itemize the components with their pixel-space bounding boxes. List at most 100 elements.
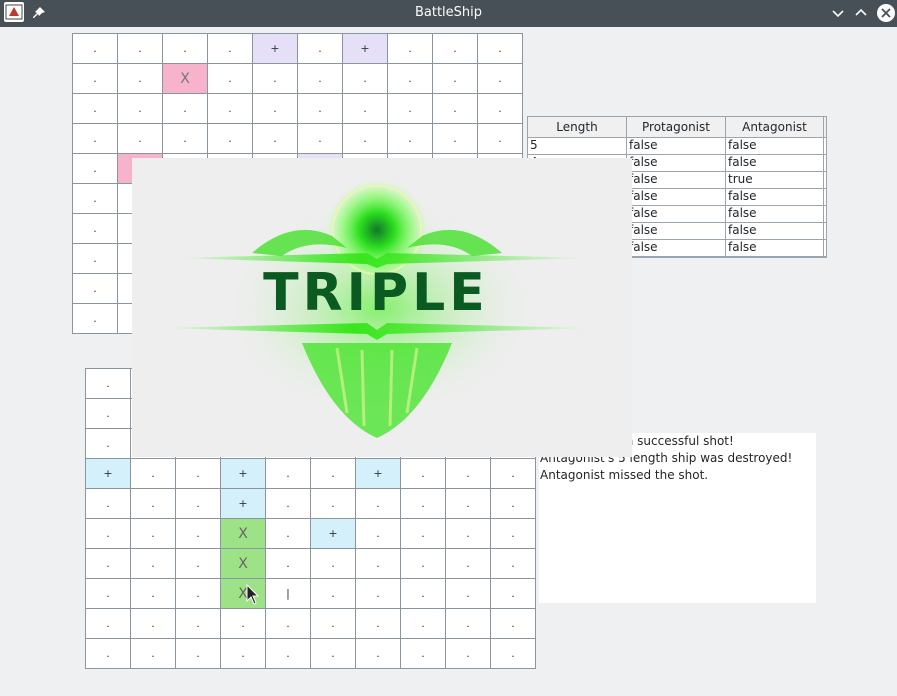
player-grid-cell[interactable]: X [221, 519, 266, 549]
player-grid-cell[interactable]: . [356, 579, 401, 609]
player-grid-cell[interactable]: . [491, 579, 536, 609]
column-header-protagonist[interactable]: Protagonist [627, 117, 726, 137]
player-grid-cell[interactable]: . [131, 609, 176, 639]
player-grid-cell[interactable]: . [311, 459, 356, 489]
player-grid-cell[interactable]: + [311, 519, 356, 549]
player-grid-cell[interactable]: . [176, 639, 221, 669]
enemy-grid-cell[interactable]: . [388, 124, 433, 154]
player-grid-cell[interactable]: . [311, 609, 356, 639]
player-grid-cell[interactable]: . [266, 489, 311, 519]
enemy-grid-cell[interactable]: . [478, 64, 523, 94]
player-grid-cell[interactable]: + [356, 459, 401, 489]
player-grid-cell[interactable]: . [446, 489, 491, 519]
enemy-grid-cell[interactable]: + [253, 34, 298, 64]
enemy-grid-cell[interactable]: . [298, 124, 343, 154]
enemy-grid-cell[interactable]: . [118, 124, 163, 154]
player-grid-cell[interactable]: . [446, 459, 491, 489]
enemy-grid-cell[interactable]: . [253, 64, 298, 94]
enemy-grid-cell[interactable]: . [73, 154, 118, 184]
player-grid-cell[interactable]: . [356, 609, 401, 639]
player-grid-cell[interactable]: . [86, 399, 131, 429]
player-grid-cell[interactable]: . [86, 489, 131, 519]
player-grid-cell[interactable]: X [221, 549, 266, 579]
player-grid-cell[interactable]: . [311, 639, 356, 669]
player-grid-cell[interactable]: . [86, 549, 131, 579]
player-grid-cell[interactable]: . [446, 519, 491, 549]
player-grid-cell[interactable]: . [86, 639, 131, 669]
player-grid-cell[interactable]: . [131, 639, 176, 669]
player-grid-cell[interactable]: . [401, 609, 446, 639]
enemy-grid-cell[interactable]: . [433, 64, 478, 94]
enemy-grid-cell[interactable]: . [433, 94, 478, 124]
enemy-grid-cell[interactable]: . [73, 304, 118, 334]
enemy-grid-cell[interactable]: . [253, 94, 298, 124]
close-button[interactable] [876, 3, 896, 23]
minimize-button[interactable] [829, 4, 847, 22]
enemy-grid-cell[interactable]: . [298, 34, 343, 64]
enemy-grid-cell[interactable]: . [208, 94, 253, 124]
player-grid-cell[interactable]: . [131, 579, 176, 609]
player-grid-cell[interactable]: . [401, 459, 446, 489]
enemy-grid-cell[interactable]: . [388, 94, 433, 124]
player-grid-cell[interactable]: . [131, 519, 176, 549]
player-grid-cell[interactable]: . [446, 639, 491, 669]
enemy-grid-cell[interactable]: + [343, 34, 388, 64]
player-grid-cell[interactable]: . [176, 519, 221, 549]
player-grid-cell[interactable]: . [176, 549, 221, 579]
player-grid-cell[interactable]: . [446, 609, 491, 639]
player-grid-cell[interactable]: . [401, 489, 446, 519]
enemy-grid-cell[interactable]: . [208, 34, 253, 64]
player-grid-cell[interactable]: . [86, 369, 131, 399]
player-grid-cell[interactable]: . [131, 489, 176, 519]
player-grid-cell[interactable]: . [86, 519, 131, 549]
player-grid-cell[interactable]: . [266, 519, 311, 549]
player-grid-cell[interactable]: . [446, 579, 491, 609]
player-grid-cell[interactable]: . [86, 429, 131, 459]
player-grid-cell[interactable]: + [221, 459, 266, 489]
player-grid-cell[interactable]: + [221, 489, 266, 519]
player-grid-cell[interactable]: . [401, 549, 446, 579]
player-grid-cell[interactable]: . [176, 459, 221, 489]
player-grid-cell[interactable]: . [311, 579, 356, 609]
player-grid-cell[interactable]: + [86, 459, 131, 489]
enemy-grid-cell[interactable]: . [478, 94, 523, 124]
player-grid-cell[interactable]: . [356, 549, 401, 579]
player-grid-cell[interactable]: . [356, 489, 401, 519]
enemy-grid-cell[interactable]: . [163, 34, 208, 64]
enemy-grid-cell[interactable]: . [73, 214, 118, 244]
player-grid-cell[interactable]: . [86, 609, 131, 639]
enemy-grid-cell[interactable]: . [253, 124, 298, 154]
enemy-grid-cell[interactable]: . [73, 124, 118, 154]
enemy-grid-cell[interactable]: . [118, 34, 163, 64]
player-grid-cell[interactable]: . [221, 609, 266, 639]
player-grid-cell[interactable]: . [446, 549, 491, 579]
player-grid-cell[interactable]: . [86, 579, 131, 609]
player-grid-cell[interactable]: . [491, 549, 536, 579]
player-grid-cell[interactable]: . [356, 519, 401, 549]
player-grid-cell[interactable]: . [131, 459, 176, 489]
player-grid-cell[interactable]: . [311, 489, 356, 519]
player-grid-cell[interactable]: . [401, 519, 446, 549]
enemy-grid-cell[interactable]: . [433, 34, 478, 64]
maximize-button[interactable] [852, 4, 870, 22]
enemy-grid-cell[interactable]: . [478, 124, 523, 154]
table-row[interactable]: 5 false false [528, 138, 826, 155]
column-header-length[interactable]: Length [528, 117, 627, 137]
enemy-grid-cell[interactable]: . [208, 64, 253, 94]
player-grid-cell[interactable]: . [266, 459, 311, 489]
player-grid-cell[interactable]: . [221, 639, 266, 669]
enemy-grid-cell[interactable]: . [163, 94, 208, 124]
player-grid-cell[interactable]: . [176, 609, 221, 639]
enemy-grid-cell[interactable]: . [73, 244, 118, 274]
player-grid-cell[interactable]: . [491, 459, 536, 489]
enemy-grid-cell[interactable]: . [208, 124, 253, 154]
column-header-antagonist[interactable]: Antagonist [726, 117, 824, 137]
player-grid-cell[interactable]: . [266, 609, 311, 639]
enemy-grid-cell[interactable]: . [163, 124, 208, 154]
enemy-grid-cell[interactable]: . [298, 64, 343, 94]
enemy-grid-cell[interactable]: . [343, 124, 388, 154]
player-grid-cell[interactable]: . [356, 639, 401, 669]
player-grid-cell[interactable]: . [131, 549, 176, 579]
player-grid-cell[interactable]: . [491, 609, 536, 639]
enemy-grid-cell[interactable]: . [433, 124, 478, 154]
